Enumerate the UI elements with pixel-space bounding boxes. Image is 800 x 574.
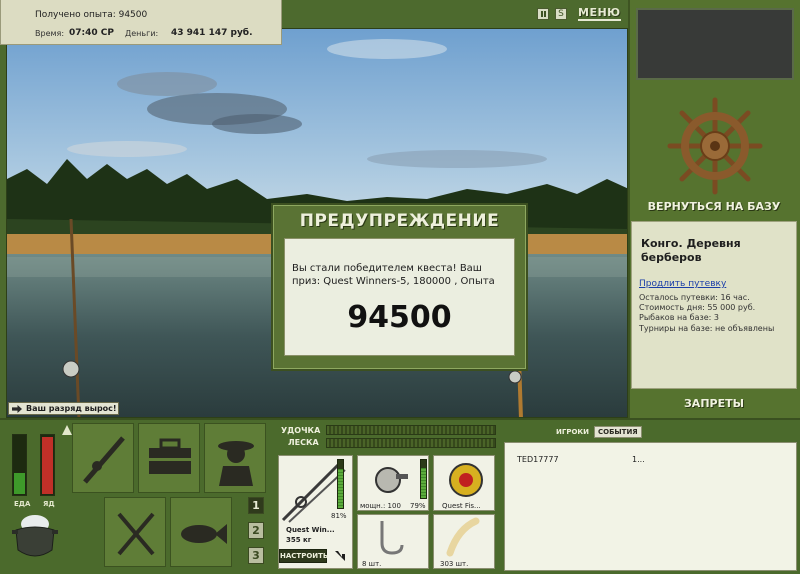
hook-count: 8 шт.	[362, 560, 382, 568]
money-label: Деньги:	[125, 29, 159, 38]
reel-power: мощн.: 100	[360, 502, 401, 510]
rank-up-text: Ваш разряд вырос!	[26, 404, 117, 413]
rod-tension-bar	[326, 425, 496, 435]
day-cost: Стоимость дня: 55 000 руб.	[639, 303, 756, 312]
cutlery-icon[interactable]	[104, 497, 166, 567]
arrow-down-right-icon[interactable]	[333, 548, 347, 567]
setup-button[interactable]: НАСТРОИТЬ	[279, 549, 328, 563]
extend-voucher-link[interactable]: Продлить путевку	[639, 279, 726, 289]
line-tension-bar	[326, 438, 496, 448]
dialog-amount: 94500	[347, 300, 452, 335]
reel-slot[interactable]: мощн.: 100 79%	[357, 455, 429, 511]
fish-icon[interactable]	[170, 497, 232, 567]
bait-slot[interactable]: 303 шт.	[433, 514, 495, 569]
map-preview	[636, 8, 794, 80]
voucher-remaining: Осталось путевки: 16 час.	[639, 293, 750, 302]
rod-tile-icon[interactable]	[72, 423, 134, 493]
reel-meter	[420, 459, 427, 499]
arrow-up-icon[interactable]	[62, 422, 72, 435]
return-to-base-button[interactable]: ВЕРНУТЬСЯ НА БАЗУ	[628, 200, 800, 213]
rod-meter	[337, 459, 344, 509]
food-pot-icon[interactable]	[10, 512, 60, 566]
alcohol-meter	[40, 434, 55, 496]
dialog-body[interactable]	[284, 238, 515, 356]
rod-weight: 355 кг	[286, 536, 312, 544]
players-list: TED17777 1...	[504, 442, 797, 571]
rod-bar-label: УДОЧКА	[281, 426, 321, 435]
bait-count: 303 шт.	[440, 560, 469, 568]
rank-up-notice[interactable]: Ваш разряд вырос!	[8, 402, 119, 415]
page-button-1[interactable]: 1	[248, 497, 264, 514]
base-name: Конго. Деревня берберов	[641, 237, 741, 264]
fishers-count: Рыбаков на базе: 3	[639, 313, 719, 322]
food-meter	[12, 434, 27, 496]
tab-events[interactable]: СОБЫТИЯ	[594, 426, 642, 438]
player-name: TED17777	[517, 455, 559, 464]
list-item[interactable]: TED17777 1...	[517, 455, 787, 464]
dialog-title: ПРЕДУПРЕЖДЕНИЕ	[299, 211, 500, 231]
time-value: 07:40 СР	[69, 28, 114, 38]
line-slot[interactable]: Quest Fis...	[433, 455, 495, 511]
tackle-box-icon[interactable]	[138, 423, 200, 493]
menu-button[interactable]: МЕНЮ	[578, 6, 621, 21]
alcohol-label: ЯД	[43, 500, 55, 508]
page-button-3[interactable]: 3	[248, 547, 264, 564]
food-meter-fill	[14, 473, 25, 494]
money-value: 43 941 147 руб.	[171, 28, 253, 38]
tab-players[interactable]: ИГРОКИ	[556, 428, 589, 436]
arrow-right-icon	[12, 405, 22, 413]
dialog-message: Вы стали победителем квеста! Ваш приз: Q…	[292, 263, 495, 287]
line-bar-label: ЛЕСКА	[288, 438, 319, 447]
page-button-2[interactable]: 2	[248, 522, 264, 539]
line-name: Quest Fis...	[442, 502, 481, 510]
pause-icon[interactable]	[537, 8, 549, 20]
tournaments-info: Турниры на базе: не объявлены	[639, 324, 775, 333]
rod-name: Quest Win...	[286, 526, 335, 534]
player-value: 1...	[632, 455, 645, 464]
status-info-panel: Получено опыта: 94500 Время: 07:40 СР Де…	[0, 0, 282, 45]
reel-percent: 79%	[410, 502, 426, 510]
food-label: ЕДА	[14, 500, 31, 508]
sound-icon[interactable]: S	[555, 8, 567, 20]
rod-percent: 81%	[331, 512, 347, 520]
fisherman-icon[interactable]	[204, 423, 266, 493]
time-label: Время:	[35, 29, 65, 38]
alcohol-meter-fill	[42, 437, 53, 494]
bans-button[interactable]: ЗАПРЕТЫ	[628, 397, 800, 410]
ship-wheel-icon[interactable]	[660, 96, 770, 200]
experience-text: Получено опыта: 94500	[35, 10, 148, 20]
hook-slot[interactable]: 8 шт.	[357, 514, 429, 569]
